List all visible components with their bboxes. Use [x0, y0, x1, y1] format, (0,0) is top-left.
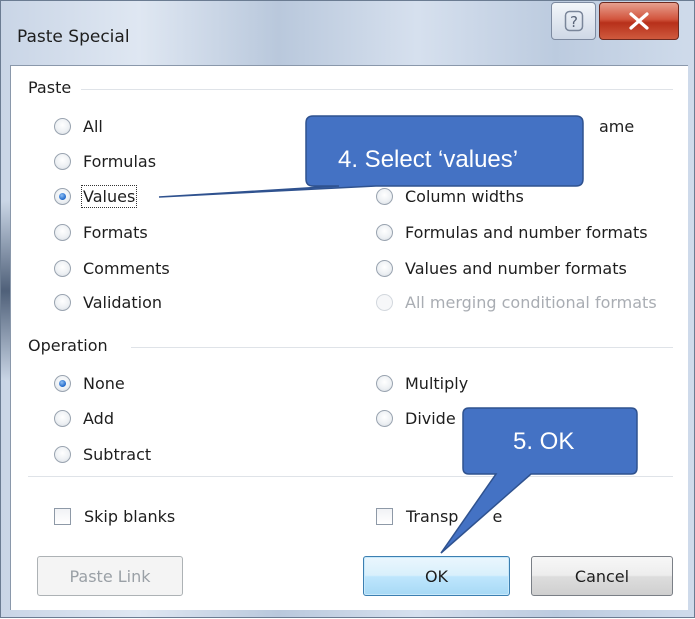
callout-step5-text: 5. OK — [513, 428, 575, 455]
callout-step4-text: 4. Select ‘values’ — [338, 146, 519, 173]
dialog-window: Paste Special ? Paste All Formulas Value… — [0, 0, 695, 618]
callout-overlay — [158, 115, 638, 554]
